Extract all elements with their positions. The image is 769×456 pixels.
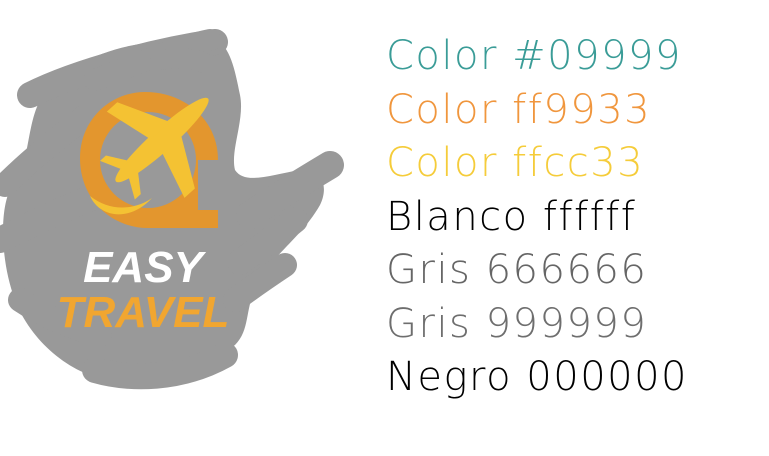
color-palette-list: Color #09999 Color ff9933 Color ffcc33 Blan… (386, 30, 688, 405)
logo-artwork: EASY TRAVEL (0, 29, 344, 390)
easy-travel-logo: EASY TRAVEL (0, 0, 360, 452)
palette-entry: Color #09999 (386, 33, 682, 79)
palette-entry: Color ffcc33 (386, 140, 645, 186)
palette-entry: Gris 666666 (386, 247, 648, 293)
brand-word-easy: EASY (83, 243, 206, 292)
palette-entry: Gris 999999 (386, 300, 648, 347)
palette-entry: Color ff9933 (386, 86, 652, 133)
palette-entry: Negro 000000 (386, 354, 688, 400)
brand-word-travel: TRAVEL (57, 288, 230, 337)
palette-entry: Blanco ffffff (386, 193, 637, 240)
